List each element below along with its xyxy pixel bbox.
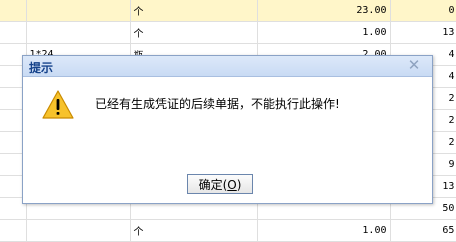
ok-button-label: 确定( — [198, 178, 228, 192]
table-cell[interactable]: 个 — [130, 0, 258, 22]
dialog-content: 已经有生成凭证的后续单据，不能执行此操作! — [35, 81, 420, 181]
table-cell[interactable]: 65.0 — [390, 219, 456, 242]
table-cell[interactable]: 个 — [130, 219, 258, 242]
dialog-title: 提示 — [29, 61, 54, 75]
ok-button[interactable]: 确定(O) — [187, 174, 253, 194]
table-cell[interactable]: 0.6 — [390, 0, 456, 22]
table-cell[interactable] — [26, 219, 131, 242]
table-cell[interactable] — [26, 0, 131, 22]
ok-button-label-end: ) — [236, 178, 242, 192]
table-cell[interactable] — [0, 21, 27, 44]
table-cell[interactable] — [0, 0, 27, 22]
table-cell[interactable] — [26, 21, 131, 44]
table-cell[interactable]: 13.0 — [390, 21, 456, 44]
table-row[interactable]: 个1.0065.0 — [0, 219, 456, 242]
dialog-titlebar[interactable]: 提示 ✕ — [23, 56, 432, 77]
close-icon[interactable]: ✕ — [406, 57, 422, 73]
table-cell[interactable]: 23.00 — [257, 0, 391, 22]
table-row[interactable]: 个23.000.6 — [0, 0, 456, 22]
warning-icon — [42, 90, 74, 119]
alert-dialog: 提示 ✕ 已经有生成凭证的后续单据，不能执行此操作! 确定(O) — [22, 55, 433, 204]
ok-button-accesskey: O — [227, 178, 237, 192]
table-cell[interactable]: 1.00 — [257, 219, 391, 242]
table-cell[interactable]: 个 — [130, 21, 258, 44]
table-row[interactable]: 个1.0013.0 — [0, 21, 456, 44]
table-cell[interactable] — [0, 219, 27, 242]
dialog-message: 已经有生成凭证的后续单据，不能执行此操作! — [95, 97, 340, 111]
table-cell[interactable]: 1.00 — [257, 21, 391, 44]
